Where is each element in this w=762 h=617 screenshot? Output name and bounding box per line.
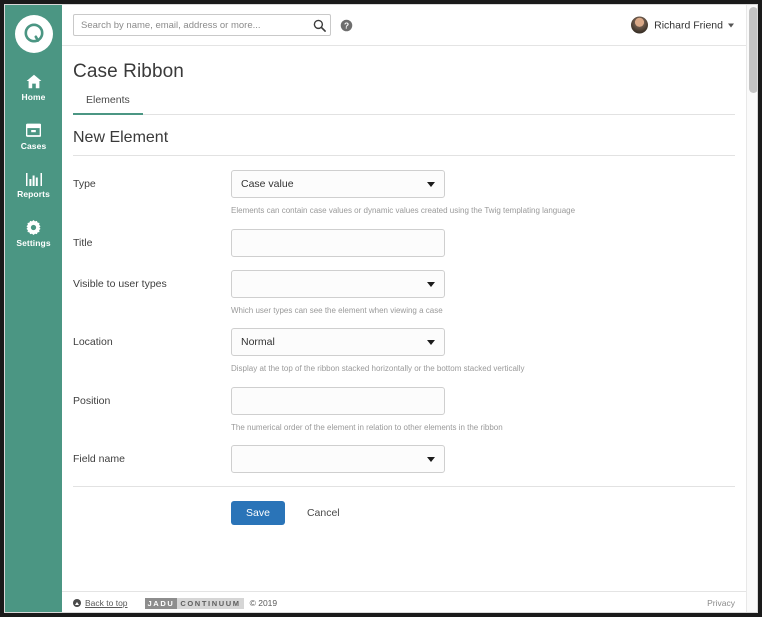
privacy-link[interactable]: Privacy [707, 598, 735, 608]
chevron-down-icon [728, 23, 734, 27]
logo-primary-label: JADU [144, 597, 178, 609]
avatar [631, 16, 649, 34]
home-icon [26, 73, 42, 90]
tab-elements[interactable]: Elements [73, 94, 143, 115]
field-visible-to-user-types: Visible to user types Which user types c… [73, 269, 735, 316]
section-title: New Element [73, 129, 735, 156]
jadu-continuum-logo: JADU CONTINUUM [144, 597, 244, 609]
field-field-name: Field name [73, 445, 735, 474]
sidebar-item-home[interactable]: Home [5, 73, 62, 102]
title-input[interactable] [231, 228, 445, 257]
field-label: Field name [73, 453, 125, 466]
logo-secondary-label: CONTINUUM [177, 597, 244, 609]
field-help-text: Which user types can see the element whe… [231, 305, 443, 315]
scrollbar-thumb[interactable] [749, 7, 757, 93]
new-element-form: Type Case value Elements can contain cas… [73, 156, 735, 526]
help-circle-icon[interactable]: ? [340, 19, 353, 32]
field-title: Title [73, 228, 735, 257]
arrow-up-circle-icon [73, 599, 81, 607]
back-to-top-link[interactable]: Back to top [73, 598, 128, 608]
main-sidebar: Home Cases Reports Settings [5, 5, 62, 612]
field-label: Title [73, 236, 93, 249]
user-menu[interactable]: Richard Friend [631, 16, 734, 34]
page-title: Case Ribbon [73, 61, 184, 82]
gear-icon [26, 219, 41, 236]
field-label: Visible to user types [73, 277, 167, 290]
search-input[interactable] [73, 14, 331, 36]
search-icon[interactable] [311, 17, 327, 33]
top-bar: ? Richard Friend [62, 5, 757, 46]
field-label: Type [73, 178, 96, 190]
tab-bar: Elements [73, 94, 735, 115]
visible-to-user-types-select[interactable] [231, 269, 445, 298]
sidebar-item-settings[interactable]: Settings [5, 219, 62, 248]
field-label: Location [73, 336, 113, 349]
application-window: Home Cases Reports Settings Search by na… [4, 4, 758, 613]
briefcase-icon [26, 122, 41, 139]
sidebar-item-label: Cases [20, 140, 47, 151]
search-container [73, 14, 331, 36]
field-position: Position The numerical order of the elem… [73, 386, 735, 433]
sidebar-item-reports[interactable]: Reports [5, 170, 62, 199]
sidebar-item-label: Settings [16, 237, 51, 248]
sidebar-item-label: Reports [17, 189, 50, 199]
main-content-area: ? Richard Friend Case Ribbon Elements Ne… [62, 5, 757, 612]
field-help-text: Display at the top of the ribbon stacked… [231, 364, 525, 374]
field-type: Type Case value Elements can contain cas… [73, 170, 735, 216]
type-select[interactable]: Case value [231, 170, 445, 198]
form-actions: Save Cancel [73, 486, 735, 526]
brand-logo[interactable] [14, 15, 53, 53]
field-name-select[interactable] [231, 445, 445, 474]
field-location: Location Normal Display at the top of th… [73, 328, 735, 374]
location-select[interactable]: Normal [231, 328, 445, 357]
sidebar-item-label: Home [21, 92, 46, 102]
position-input[interactable] [231, 386, 445, 415]
user-name-label: Richard Friend [654, 19, 723, 31]
svg-text:?: ? [344, 20, 349, 30]
field-help-text: The numerical order of the element in re… [231, 422, 503, 432]
copyright-label: © 2019 [249, 598, 278, 608]
bar-chart-icon [25, 170, 42, 187]
cancel-button[interactable]: Cancel [301, 506, 346, 520]
field-help-text: Elements can contain case values or dyna… [231, 206, 576, 215]
page-content: Case Ribbon Elements New Element Type Ca… [62, 61, 757, 526]
vertical-scrollbar[interactable] [746, 5, 757, 612]
field-label: Position [73, 394, 111, 407]
page-footer: Back to top JADU CONTINUUM © 2019 Privac… [62, 591, 757, 612]
sidebar-item-cases[interactable]: Cases [5, 122, 62, 151]
save-button[interactable]: Save [231, 501, 285, 526]
back-to-top-label: Back to top [85, 598, 128, 608]
